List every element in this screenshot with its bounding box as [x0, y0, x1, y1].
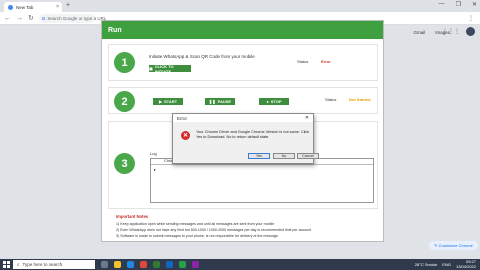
error-icon: ✕: [181, 131, 190, 140]
step-1-description: Initiate WhatsApp & Scan QR Code from yo…: [149, 54, 255, 59]
new-tab-button[interactable]: +: [66, 2, 70, 9]
excel-icon[interactable]: [153, 261, 160, 268]
notes-title: Important Notes: [116, 214, 149, 219]
windows-start-icon[interactable]: [0, 259, 10, 270]
tab-title: New Tab: [16, 4, 34, 10]
yes-button[interactable]: Yes: [248, 153, 270, 159]
tab-new-tab[interactable]: New Tab ×: [4, 2, 62, 12]
address-bar[interactable]: G Search Google or type a URL: [38, 13, 106, 23]
clock-date: 13/04/2022: [455, 263, 476, 269]
taskbar-apps: [101, 261, 199, 268]
weather-text[interactable]: 28°C Smoke: [415, 262, 438, 267]
whatsapp-icon: ▣: [149, 66, 153, 71]
note-line: 3) Software is made to submit messages t…: [116, 234, 278, 238]
initiate-button[interactable]: ▣ CLICK TO INITIATE: [149, 63, 191, 74]
tab-close-icon[interactable]: ×: [56, 4, 62, 10]
stop-button[interactable]: ● STOP: [259, 98, 289, 105]
stop-icon: ●: [266, 99, 269, 104]
note-line: 2) Even WhatsApp does not have any limit…: [116, 228, 312, 232]
window-controls: — ❐ ✕: [439, 1, 477, 8]
dialog-close-icon[interactable]: ✕: [305, 115, 309, 121]
avatar[interactable]: [466, 27, 475, 36]
edge-icon[interactable]: [127, 261, 134, 268]
start-button[interactable]: ▶ START: [153, 98, 183, 105]
google-apps-icon[interactable]: ⋮⋮⋮: [442, 28, 460, 35]
task-view-icon[interactable]: [101, 261, 108, 268]
log-table[interactable]: Chrome ▸: [150, 158, 374, 203]
dialog-title: Error: [173, 114, 313, 122]
language-indicator[interactable]: ENG: [442, 262, 451, 267]
close-window-button[interactable]: ✕: [472, 1, 477, 8]
dialog-message: Your Chrome Driver and Google Chrome Ver…: [196, 130, 310, 139]
customize-chrome-button[interactable]: ✎ Customize Chrome: [429, 241, 478, 250]
gmail-link[interactable]: Gmail: [413, 30, 425, 35]
chrome-icon[interactable]: [140, 261, 147, 268]
cancel-button[interactable]: Cancel: [297, 153, 319, 159]
pause-button[interactable]: ❚❚ PAUSE: [205, 98, 235, 105]
browser-menu-icon[interactable]: ⋮: [468, 15, 480, 22]
step-1-panel: 1 Initiate WhatsApp & Scan QR Code from …: [108, 44, 378, 81]
error-dialog: Error ✕ ✕ Your Chrome Driver and Google …: [172, 113, 319, 164]
search-icon: ⌕: [17, 262, 20, 267]
forward-icon[interactable]: →: [16, 15, 23, 22]
step-1-number: 1: [114, 52, 135, 73]
app-icon[interactable]: [192, 261, 199, 268]
reload-icon[interactable]: ↻: [28, 14, 34, 22]
step-2-number: 2: [114, 91, 135, 112]
step-3-number: 3: [114, 153, 135, 174]
important-notes: Important Notes 1) Keep application open…: [116, 214, 376, 240]
log-label: Log: [150, 151, 157, 156]
address-placeholder: Search Google or type a URL: [47, 15, 107, 21]
word-icon[interactable]: [166, 261, 173, 268]
start-button-label: START: [164, 99, 178, 104]
minimize-button[interactable]: —: [439, 1, 445, 8]
chrome-favicon-icon: [8, 4, 13, 10]
taskbar: ⌕ Type here to search 28°C Smoke ENG 09:…: [0, 259, 480, 270]
back-icon[interactable]: ←: [4, 15, 11, 22]
taskbar-search-placeholder: Type here to search: [22, 262, 63, 267]
taskbar-search-input[interactable]: ⌕ Type here to search: [13, 260, 95, 269]
pause-icon: ❚❚: [208, 99, 216, 104]
step-2-panel: 2 ▶ START ❚❚ PAUSE ● STOP Status Not Sta…: [108, 87, 378, 114]
step-2-status-value: Not Started: [349, 97, 371, 102]
stop-button-label: STOP: [270, 99, 282, 104]
page-title: Run: [102, 21, 383, 39]
step-1-status-value: Error: [321, 59, 331, 64]
tab-strip: New Tab × + — ❐ ✕: [0, 0, 480, 12]
system-tray: 28°C Smoke ENG 09:27 13/04/2022: [415, 259, 480, 269]
step-1-status-label: Status: [297, 59, 309, 64]
note-line: 1) Keep application open while sending m…: [116, 222, 275, 226]
no-button[interactable]: No: [273, 153, 295, 159]
file-explorer-icon[interactable]: [114, 261, 121, 268]
google-g-icon: G: [41, 15, 46, 21]
initiate-button-label: CLICK TO INITIATE: [154, 63, 174, 74]
clock[interactable]: 09:27 13/04/2022: [455, 259, 476, 269]
log-row-arrow-icon: ▸: [154, 167, 157, 172]
play-icon: ▶: [158, 99, 163, 104]
maximize-button[interactable]: ❐: [456, 1, 461, 8]
pause-button-label: PAUSE: [217, 99, 232, 104]
whatsapp-app-icon[interactable]: [179, 261, 186, 268]
step-2-status-label: Status: [325, 97, 337, 102]
